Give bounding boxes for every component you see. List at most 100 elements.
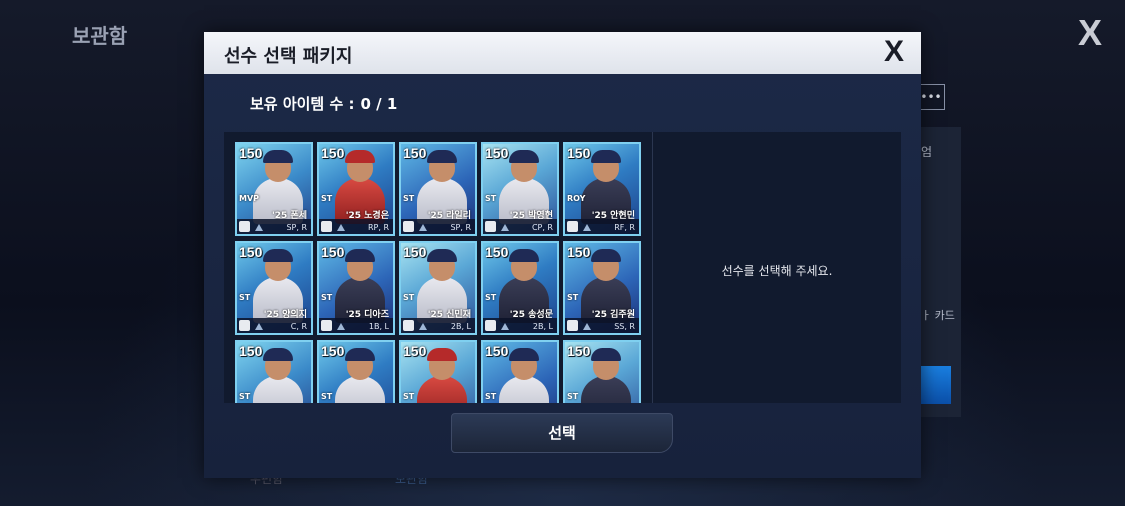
- card-rating: 150: [485, 343, 509, 359]
- player-cap: [591, 150, 621, 163]
- team-logo-icon: [321, 320, 332, 331]
- card-rating: 150: [485, 244, 509, 260]
- card-badge: ST: [403, 392, 415, 401]
- card-position: 2B, L: [450, 322, 471, 331]
- card-badge: ST: [485, 293, 497, 302]
- player-card[interactable]: 150 ST '25 양의지 C, R: [235, 241, 313, 335]
- card-rating: 150: [321, 145, 345, 161]
- team-logo-icon: [321, 221, 332, 232]
- card-badge: ST: [485, 194, 497, 203]
- team-logo-icon: [567, 320, 578, 331]
- hand-icon: [337, 224, 345, 231]
- team-logo-icon: [567, 221, 578, 232]
- player-cap: [427, 249, 457, 262]
- player-card[interactable]: 150 ST: [317, 340, 395, 403]
- player-card[interactable]: 150 ST '25 디아즈 1B, L: [317, 241, 395, 335]
- card-rating: 150: [403, 343, 427, 359]
- card-badge: MVP: [239, 194, 260, 203]
- modal-title: 선수 선택 패키지: [224, 46, 353, 67]
- card-badge: ST: [239, 392, 251, 401]
- player-cap: [345, 249, 375, 262]
- modal-header: 선수 선택 패키지 X: [204, 32, 921, 74]
- player-illustration: [417, 376, 467, 403]
- side-panel-card-label: ㅏ 카드: [921, 309, 955, 322]
- owned-item-count: 보유 아이템 수 : 0 / 1: [250, 93, 397, 114]
- card-badge: ST: [321, 194, 333, 203]
- card-badge: ST: [567, 293, 579, 302]
- card-position: CP, R: [531, 223, 553, 232]
- owned-item-label: 보유 아이템 수 :: [250, 95, 355, 113]
- card-badge: ST: [321, 293, 333, 302]
- side-action-button[interactable]: [921, 366, 951, 404]
- hand-icon: [583, 224, 591, 231]
- team-logo-icon: [239, 320, 250, 331]
- card-badge: ST: [239, 293, 251, 302]
- team-logo-icon: [239, 221, 250, 232]
- card-rating: 150: [239, 343, 263, 359]
- team-logo-icon: [403, 221, 414, 232]
- player-illustration: [253, 376, 303, 403]
- team-logo-icon: [403, 320, 414, 331]
- player-cap: [427, 348, 457, 361]
- player-card[interactable]: 150 ST '25 박영현 CP, R: [481, 142, 559, 236]
- player-cap: [509, 348, 539, 361]
- player-card[interactable]: 150 ST '25 신민재 2B, L: [399, 241, 477, 335]
- card-badge: ST: [321, 392, 333, 401]
- player-card[interactable]: 150 ST '25 김주원 SS, R: [563, 241, 641, 335]
- player-card[interactable]: 150 MVP '25 폰세 SP, R: [235, 142, 313, 236]
- owned-item-value: 0 / 1: [360, 95, 398, 113]
- player-card[interactable]: 150 ST: [235, 340, 313, 403]
- card-rating: 150: [567, 145, 591, 161]
- card-rating: 150: [403, 145, 427, 161]
- player-select-modal: 선수 선택 패키지 X 보유 아이템 수 : 0 / 1 150 MVP '25 …: [204, 32, 921, 478]
- card-rating: 150: [239, 145, 263, 161]
- player-illustration: [499, 376, 549, 403]
- card-badge: ST: [403, 293, 415, 302]
- hand-icon: [501, 323, 509, 330]
- player-cap: [509, 249, 539, 262]
- hand-icon: [255, 323, 263, 330]
- card-rating: 150: [321, 343, 345, 359]
- card-position: RP, R: [367, 223, 389, 232]
- player-card[interactable]: 150 ST '25 노경은 RP, R: [317, 142, 395, 236]
- card-position: RF, R: [614, 223, 635, 232]
- select-button[interactable]: 선택: [451, 413, 673, 453]
- more-options-button[interactable]: •••: [917, 84, 945, 110]
- hand-icon: [255, 224, 263, 231]
- hand-icon: [337, 323, 345, 330]
- card-rating: 150: [321, 244, 345, 260]
- screen-close-button[interactable]: X: [1078, 12, 1102, 54]
- player-cap: [263, 150, 293, 163]
- modal-close-button[interactable]: X: [884, 35, 904, 69]
- card-position: SP, R: [286, 223, 307, 232]
- player-cap: [509, 150, 539, 163]
- player-cap: [345, 150, 375, 163]
- team-logo-icon: [485, 221, 496, 232]
- card-position: 1B, L: [368, 322, 389, 331]
- player-list-area: 150 MVP '25 폰세 SP, R 150 ST '25 노경은 RP, …: [224, 132, 901, 403]
- player-cap: [345, 348, 375, 361]
- card-position: SS, R: [614, 322, 635, 331]
- player-card[interactable]: 150 ST '25 송성문 2B, L: [481, 241, 559, 335]
- player-illustration: [335, 376, 385, 403]
- player-cap: [427, 150, 457, 163]
- player-card[interactable]: 150 ST: [399, 340, 477, 403]
- card-badge: ST: [485, 392, 497, 401]
- player-card[interactable]: 150 ST: [481, 340, 559, 403]
- side-panel-text: 엄: [921, 145, 933, 159]
- player-card[interactable]: 150 ST: [563, 340, 641, 403]
- card-rating: 150: [567, 343, 591, 359]
- team-logo-icon: [485, 320, 496, 331]
- player-cap: [263, 249, 293, 262]
- card-rating: 150: [239, 244, 263, 260]
- player-card[interactable]: 150 ROY '25 안현민 RF, R: [563, 142, 641, 236]
- card-badge: ST: [403, 194, 415, 203]
- hand-icon: [501, 224, 509, 231]
- player-card[interactable]: 150 ST '25 라일리 SP, R: [399, 142, 477, 236]
- card-position: SP, R: [450, 223, 471, 232]
- card-position: 2B, L: [532, 322, 553, 331]
- storage-title: 보관함: [72, 24, 128, 48]
- card-rating: 150: [403, 244, 427, 260]
- card-rating: 150: [567, 244, 591, 260]
- hand-icon: [419, 224, 427, 231]
